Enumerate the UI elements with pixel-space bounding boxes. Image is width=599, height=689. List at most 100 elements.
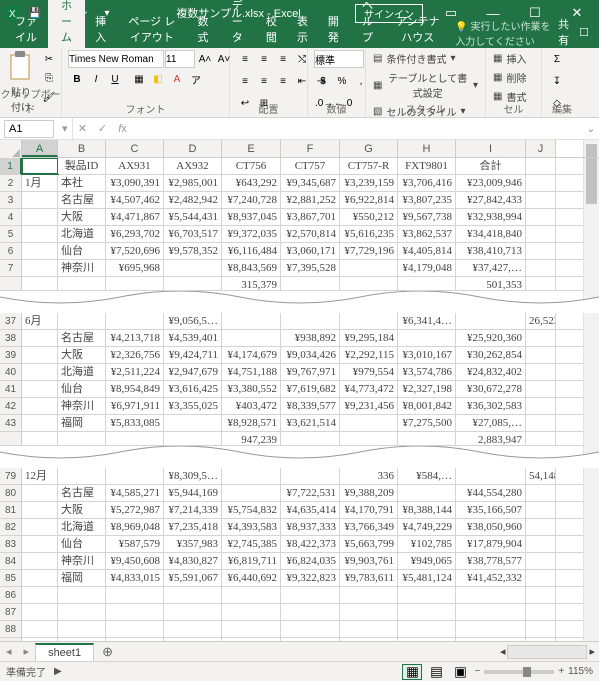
cell[interactable] [58, 604, 106, 620]
cell[interactable] [398, 621, 456, 637]
scroll-left-icon[interactable]: ◂ [500, 645, 506, 658]
tab-view[interactable]: 表示 [287, 10, 318, 48]
cell[interactable] [526, 192, 556, 208]
cell[interactable] [22, 415, 58, 431]
cell[interactable]: 神奈川 [58, 260, 106, 276]
comments-icon[interactable]: ☐ [579, 26, 589, 39]
cell[interactable] [526, 415, 556, 431]
cell[interactable]: 1月 [22, 175, 58, 191]
cell[interactable]: ¥7,240,728 [222, 192, 281, 208]
align-bottom-icon[interactable]: ≡ [274, 50, 292, 68]
cell[interactable] [22, 536, 58, 552]
zoom-level[interactable]: 115% [568, 666, 593, 677]
cell[interactable]: 福岡 [58, 415, 106, 431]
cell[interactable]: ¥357,983 [164, 536, 222, 552]
cell[interactable] [456, 638, 526, 641]
cell[interactable]: ¥7,722,531 [281, 485, 340, 501]
cell[interactable] [526, 381, 556, 397]
cell[interactable] [22, 243, 58, 259]
cell[interactable] [58, 468, 106, 484]
cell[interactable]: ¥9,578,352 [164, 243, 222, 259]
cell[interactable]: ¥5,944,169 [164, 485, 222, 501]
cell[interactable]: ¥8,937,045 [222, 209, 281, 225]
cell[interactable]: ¥3,010,167 [398, 347, 456, 363]
align-right-icon[interactable]: ≡ [274, 72, 292, 90]
cell[interactable]: 大阪 [58, 209, 106, 225]
cell[interactable]: 北海道 [58, 364, 106, 380]
cell[interactable]: 大阪 [58, 502, 106, 518]
cell[interactable]: CT757-R [340, 158, 398, 174]
cell[interactable]: ¥4,170,791 [340, 502, 398, 518]
cell[interactable] [281, 621, 340, 637]
cell[interactable]: 仙台 [58, 243, 106, 259]
cell[interactable] [526, 570, 556, 586]
cell[interactable]: 12月 [22, 468, 58, 484]
cell[interactable]: ¥4,174,679 [222, 347, 281, 363]
cell[interactable]: ¥2,947,679 [164, 364, 222, 380]
cell[interactable]: ¥41,452,332 [456, 570, 526, 586]
cell[interactable]: ¥6,116,484 [222, 243, 281, 259]
view-normal-icon[interactable]: ▦ [402, 664, 422, 680]
cell[interactable]: ¥17,879,904 [456, 536, 526, 552]
cell[interactable]: ¥3,867,701 [281, 209, 340, 225]
tab-file[interactable]: ファイル [4, 10, 48, 48]
cell[interactable] [340, 313, 398, 329]
cell[interactable]: ¥7,729,196 [340, 243, 398, 259]
cell[interactable] [164, 587, 222, 603]
font-color-icon[interactable]: A [168, 70, 186, 88]
cell[interactable] [456, 604, 526, 620]
cell[interactable]: 北海道 [58, 226, 106, 242]
cell[interactable] [22, 604, 58, 620]
cut-icon[interactable]: ✂ [40, 50, 58, 68]
cell[interactable]: ¥6,341,4… [398, 313, 456, 329]
cell[interactable]: ¥6,440,692 [222, 570, 281, 586]
cell[interactable] [526, 243, 556, 259]
delete-cells-button[interactable]: ▦削除 [492, 69, 527, 86]
sheet-nav-prev-icon[interactable]: ◂ [0, 645, 18, 658]
align-left-icon[interactable]: ≡ [236, 72, 254, 90]
cell[interactable]: ¥7,520,696 [106, 243, 164, 259]
cell[interactable] [526, 175, 556, 191]
format-as-table-button[interactable]: ▦テーブルとして書式設定 ▾ [372, 69, 479, 101]
cell[interactable]: ¥7,235,418 [164, 519, 222, 535]
cell[interactable]: FXT9801 [398, 158, 456, 174]
expand-formula-icon[interactable]: ⌄ [583, 122, 599, 135]
view-page-break-icon[interactable]: ▣ [450, 664, 470, 680]
cell[interactable]: ¥3,862,537 [398, 226, 456, 242]
cell[interactable]: ¥6,922,814 [340, 192, 398, 208]
cell[interactable]: ¥3,060,171 [281, 243, 340, 259]
row-head[interactable]: 38 [0, 330, 22, 346]
border-icon[interactable]: ▦ [130, 70, 148, 88]
cell[interactable] [22, 277, 58, 290]
cell[interactable] [106, 587, 164, 603]
col-head[interactable]: E [222, 140, 281, 157]
cell[interactable]: ¥8,339,577 [281, 398, 340, 414]
cell[interactable]: ¥949,065 [398, 553, 456, 569]
cell[interactable]: ¥9,322,823 [281, 570, 340, 586]
row-head[interactable]: 6 [0, 243, 22, 259]
cell[interactable] [22, 347, 58, 363]
cell[interactable]: ¥8,001,842 [398, 398, 456, 414]
cell[interactable]: ¥7,214,339 [164, 502, 222, 518]
cell[interactable]: ¥2,511,224 [106, 364, 164, 380]
cell[interactable]: ¥8,309,5… [164, 468, 222, 484]
sheet-nav-next-icon[interactable]: ▸ [18, 645, 36, 658]
cell[interactable]: ¥3,616,425 [164, 381, 222, 397]
cell[interactable] [456, 313, 526, 329]
col-head[interactable]: C [106, 140, 164, 157]
cell[interactable]: ¥8,969,048 [106, 519, 164, 535]
cell[interactable] [222, 604, 281, 620]
tab-insert[interactable]: 挿入 [85, 10, 116, 48]
cell[interactable]: ¥7,275,500 [398, 415, 456, 431]
cell[interactable] [22, 209, 58, 225]
cell[interactable]: 336 [340, 468, 398, 484]
tab-formulas[interactable]: 数式 [188, 10, 219, 48]
macro-record-icon[interactable]: ▶ [54, 666, 62, 677]
tab-developer[interactable]: 開発 [318, 10, 349, 48]
cell[interactable] [58, 638, 106, 641]
row-head[interactable]: 85 [0, 570, 22, 586]
cell[interactable] [58, 621, 106, 637]
cell[interactable]: ¥102,785 [398, 536, 456, 552]
cell[interactable] [22, 638, 58, 641]
cell[interactable]: ¥4,749,229 [398, 519, 456, 535]
